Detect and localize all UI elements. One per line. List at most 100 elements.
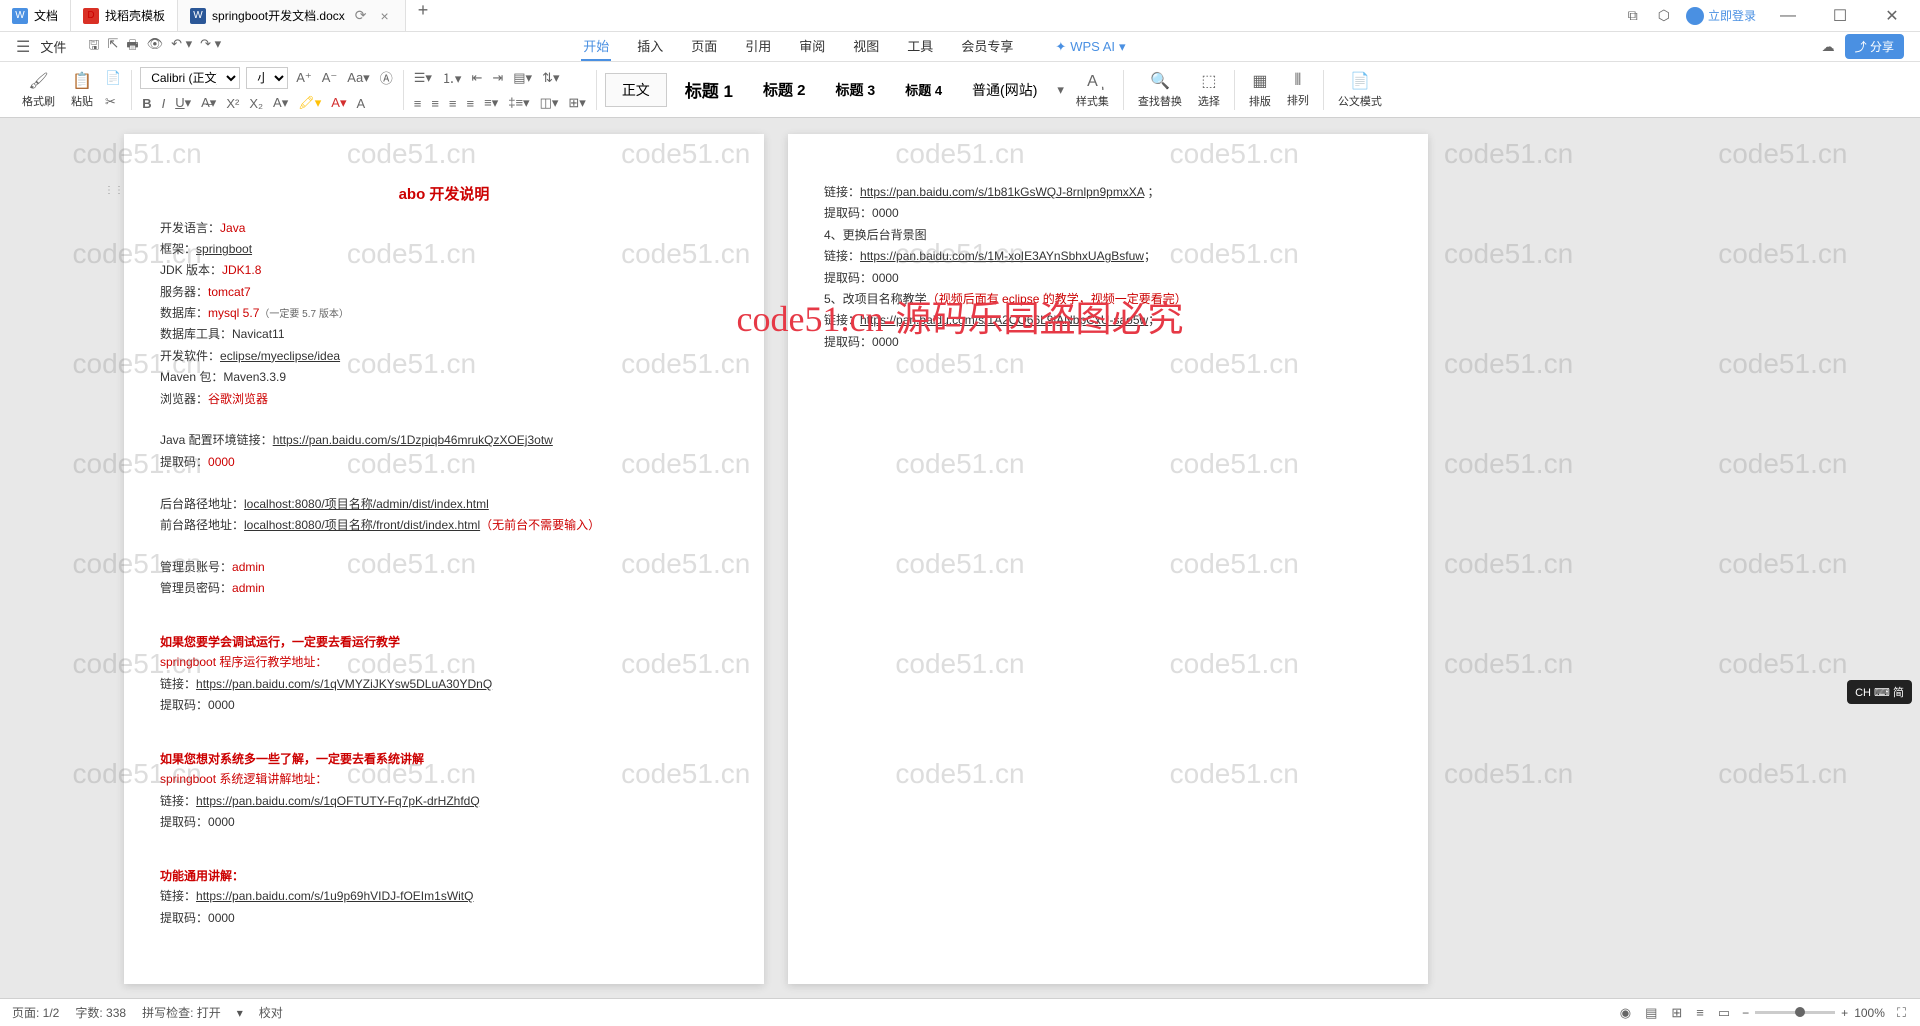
underline-button[interactable]: U▾: [173, 93, 193, 113]
tab-templates[interactable]: D找稻壳模板: [71, 0, 178, 31]
bold-button[interactable]: B: [140, 94, 153, 113]
menu-insert[interactable]: 插入: [635, 32, 665, 61]
page-2[interactable]: 链接：https://pan.baidu.com/s/1b81kGsWQJ-8r…: [788, 134, 1428, 984]
menu-review[interactable]: 审阅: [797, 32, 827, 61]
add-tab-button[interactable]: +: [406, 0, 441, 31]
format-painter-group[interactable]: 🖌格式刷: [16, 71, 61, 109]
indent-icon[interactable]: ⇥: [490, 68, 505, 88]
highlight-icon[interactable]: 🖍▾: [296, 93, 323, 113]
p2-link1[interactable]: https://pan.baidu.com/s/1b81kGsWQJ-8rnlp…: [860, 185, 1144, 199]
style-h2[interactable]: 标题 2: [751, 73, 818, 106]
close-tab-icon[interactable]: ×: [377, 8, 393, 24]
grow-font-icon[interactable]: A⁺: [294, 68, 314, 88]
cloud-icon[interactable]: ☁: [1822, 39, 1835, 55]
style-normal[interactable]: 正文: [605, 73, 667, 107]
align-right-icon[interactable]: ≡: [447, 94, 459, 113]
spell-check[interactable]: 拼写检查: 打开: [142, 1004, 221, 1021]
style-h3[interactable]: 标题 3: [824, 74, 888, 106]
page-indicator[interactable]: 页面: 1/2: [12, 1004, 59, 1021]
export-icon[interactable]: ⇱: [107, 36, 118, 58]
shading-icon[interactable]: ◫▾: [538, 93, 561, 113]
align-left-icon[interactable]: ≡: [412, 94, 424, 113]
cut-icon[interactable]: ✂: [103, 92, 123, 112]
font-size-select[interactable]: 小四: [246, 67, 288, 89]
font-color-icon[interactable]: A▾: [329, 93, 348, 113]
sort-para-icon[interactable]: ⇅▾: [540, 68, 561, 88]
login-button[interactable]: 立即登录: [1686, 7, 1756, 25]
view-page-icon[interactable]: ▤: [1643, 1003, 1659, 1023]
menu-reference[interactable]: 引用: [743, 32, 773, 61]
window-icon[interactable]: ⧉: [1624, 3, 1642, 28]
view-eye-icon[interactable]: ◉: [1618, 1003, 1633, 1023]
text-effects-icon[interactable]: A▾: [271, 93, 290, 113]
java-env-link[interactable]: https://pan.baidu.com/s/1Dzpiqb46mrukQzX…: [273, 433, 553, 447]
close-button[interactable]: ✕: [1872, 0, 1912, 32]
maximize-button[interactable]: ☐: [1820, 0, 1860, 32]
menu-start[interactable]: 开始: [581, 32, 611, 61]
change-case-icon[interactable]: Aa▾: [345, 68, 371, 88]
hamburger-icon[interactable]: ☰: [16, 37, 30, 57]
word-count[interactable]: 字数: 338: [75, 1004, 126, 1021]
p2-link3[interactable]: https://pan.baidu.com/s/1A2CO66L9jANbpCx…: [860, 313, 1148, 327]
style-web[interactable]: 普通(网站): [960, 74, 1049, 106]
view-outline-icon[interactable]: ≡: [1694, 1003, 1706, 1022]
arrange-group[interactable]: ⫴排列: [1281, 72, 1315, 108]
shrink-font-icon[interactable]: A⁻: [320, 68, 340, 88]
styles-more-icon[interactable]: ▾: [1055, 80, 1066, 100]
strike-button[interactable]: A̶▾: [199, 93, 218, 113]
refresh-icon[interactable]: ⟳: [351, 7, 371, 24]
tab-current-doc[interactable]: Wspringboot开发文档.docx⟳×: [178, 0, 406, 31]
p2-link2[interactable]: https://pan.baidu.com/s/1M-xoIE3AYnSbhxU…: [860, 249, 1144, 263]
char-border-icon[interactable]: A: [354, 94, 367, 113]
menu-view[interactable]: 视图: [851, 32, 881, 61]
line-spacing-icon[interactable]: ‡≡▾: [506, 93, 531, 113]
view-web-icon[interactable]: ⊞: [1669, 1003, 1684, 1023]
print-icon[interactable]: 🖶: [126, 36, 138, 58]
bullets-icon[interactable]: ☰▾: [412, 68, 434, 88]
align-center-icon[interactable]: ≡: [429, 94, 441, 113]
border-icon[interactable]: ⊞▾: [566, 93, 587, 113]
drag-handle-icon[interactable]: ⋮⋮: [104, 182, 124, 199]
save-icon[interactable]: 🖫: [88, 36, 99, 58]
section3-link[interactable]: https://pan.baidu.com/s/1u9p69hVIDJ-fOEI…: [196, 889, 473, 903]
tab-documents[interactable]: W文档: [0, 0, 71, 31]
zoom-out-button[interactable]: −: [1742, 1006, 1749, 1020]
font-name-select[interactable]: Calibri (正文): [140, 67, 240, 89]
view-read-icon[interactable]: ▭: [1716, 1003, 1732, 1023]
menu-tools[interactable]: 工具: [905, 32, 935, 61]
numbering-icon[interactable]: ⒈▾: [440, 66, 464, 89]
style-h1[interactable]: 标题 1: [673, 71, 745, 108]
outdent-icon[interactable]: ⇤: [469, 68, 484, 88]
page-1[interactable]: ⋮⋮ abo 开发说明 开发语言：Java框架：springbootJDK 版本…: [124, 134, 764, 984]
italic-button[interactable]: I: [160, 94, 168, 113]
official-group[interactable]: 📄公文模式: [1332, 71, 1388, 109]
zoom-in-button[interactable]: +: [1841, 1006, 1848, 1020]
style-set-group[interactable]: Aٖ样式集: [1070, 71, 1115, 109]
zoom-level[interactable]: 100%: [1854, 1006, 1885, 1020]
file-menu[interactable]: 文件: [40, 37, 66, 56]
redo-icon[interactable]: ↷ ▾: [200, 36, 221, 58]
section1-link[interactable]: https://pan.baidu.com/s/1qVMYZiJKYsw5DLu…: [196, 677, 492, 691]
subscript-button[interactable]: X₂: [247, 94, 265, 113]
select-group[interactable]: ⬚选择: [1192, 71, 1226, 109]
style-h4[interactable]: 标题 4: [893, 74, 954, 105]
superscript-button[interactable]: X²: [224, 94, 241, 113]
find-replace-group[interactable]: 🔍查找替换: [1132, 71, 1188, 109]
sort-group[interactable]: ▦排版: [1243, 71, 1277, 109]
share-button[interactable]: ⤴ 分享: [1845, 34, 1904, 59]
proofread[interactable]: 校对: [259, 1004, 283, 1021]
menu-page[interactable]: 页面: [689, 32, 719, 61]
wps-ai-button[interactable]: ✦ WPS AI ▾: [1055, 32, 1125, 61]
paste-group[interactable]: 📋粘贴: [65, 71, 99, 109]
distribute-icon[interactable]: ≡▾: [482, 93, 500, 113]
copy-icon[interactable]: 📄: [103, 68, 123, 88]
cube-icon[interactable]: ⬡: [1654, 3, 1674, 28]
minimize-button[interactable]: —: [1768, 0, 1808, 32]
clear-format-icon[interactable]: Ⓐ: [378, 66, 395, 89]
menu-member[interactable]: 会员专享: [959, 32, 1015, 61]
preview-icon[interactable]: 👁: [147, 36, 164, 58]
section2-link[interactable]: https://pan.baidu.com/s/1qOFTUTY-Fq7pK-d…: [196, 794, 480, 808]
undo-icon[interactable]: ↶ ▾: [171, 36, 192, 58]
zoom-slider[interactable]: [1755, 1011, 1835, 1014]
justify-icon[interactable]: ≡: [465, 94, 477, 113]
